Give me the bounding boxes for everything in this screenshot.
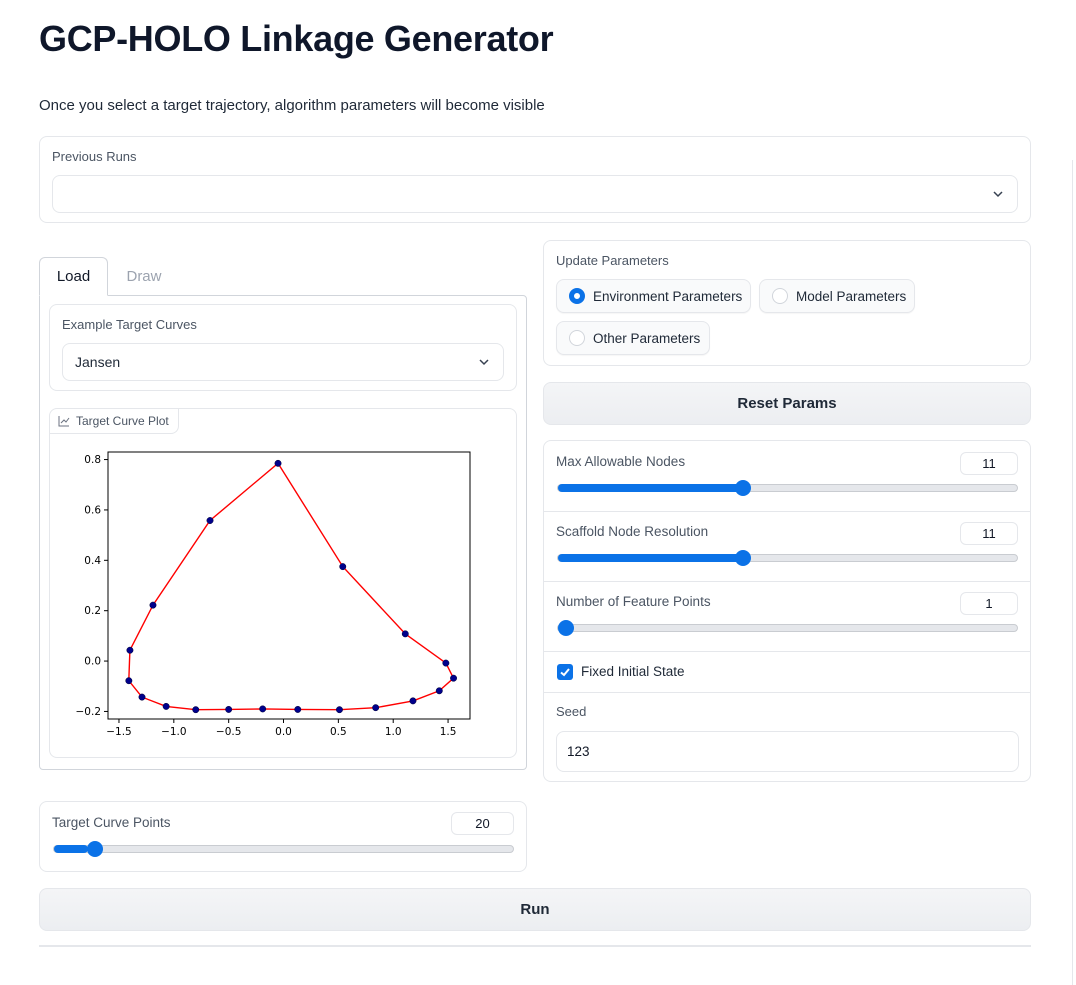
slider-thumb[interactable] [87, 841, 104, 857]
curve-point [259, 705, 267, 713]
radio-unchecked-icon [569, 330, 585, 346]
example-curves-panel: Example Target Curves Jansen [49, 304, 517, 391]
parameters-panel: Max Allowable Nodes 11 Scaffold Node Res… [543, 440, 1031, 782]
target-curve-plot-panel: Target Curve Plot −1.5 −1.0 −0.5 0.0 0.5 1.0 1… [49, 408, 517, 758]
max-nodes-row: Max Allowable Nodes 11 [544, 441, 1032, 511]
curve-point [206, 517, 214, 524]
update-params-label: Update Parameters [556, 253, 669, 268]
curve-point [225, 705, 233, 713]
previous-runs-label: Previous Runs [52, 149, 137, 164]
y-tick-label: 0.2 [84, 605, 101, 617]
chevron-down-icon [479, 359, 489, 366]
slider-thumb[interactable] [558, 620, 574, 636]
plot-label: Target Curve Plot [50, 409, 179, 434]
curve-point [192, 706, 200, 714]
y-tick-label: 0.8 [84, 454, 101, 466]
slider-thumb[interactable] [735, 480, 752, 496]
scaffold-resolution-slider[interactable] [557, 550, 1018, 566]
curve-point [126, 646, 134, 654]
curve-point [294, 705, 302, 713]
x-tick-label: 0.0 [275, 726, 292, 738]
example-curves-value: Jansen [75, 354, 121, 370]
radio-environment-label: Environment Parameters [593, 288, 743, 304]
seed-input[interactable]: 123 [556, 731, 1019, 772]
y-tick-label: 0.6 [84, 504, 101, 516]
tab-draw[interactable]: Draw [111, 257, 177, 296]
run-button[interactable]: Run [39, 888, 1031, 931]
check-icon [560, 668, 570, 677]
example-curves-dropdown[interactable]: Jansen [62, 343, 504, 381]
max-nodes-label: Max Allowable Nodes [556, 454, 686, 469]
x-tick-label: 1.5 [440, 726, 457, 738]
curve-point [435, 687, 443, 695]
curve-point [149, 601, 157, 609]
slider-fill [558, 484, 742, 492]
bottom-divider [39, 945, 1031, 947]
curve-point [162, 702, 170, 710]
divider [544, 692, 1030, 693]
previous-runs-dropdown[interactable] [52, 175, 1018, 213]
curve-point [401, 630, 409, 638]
radio-other-parameters[interactable]: Other Parameters [556, 321, 710, 355]
chevron-down-icon [993, 191, 1003, 198]
target-points-slider[interactable] [53, 841, 514, 857]
curve-point [450, 674, 457, 682]
tab-load[interactable]: Load [39, 257, 108, 296]
feature-points-label: Number of Feature Points [556, 594, 711, 609]
fixed-initial-state-checkbox[interactable] [557, 664, 573, 680]
target-points-label: Target Curve Points [52, 815, 171, 830]
slider-thumb[interactable] [735, 550, 752, 566]
y-tick-label: 0.0 [84, 656, 101, 668]
scaffold-resolution-label: Scaffold Node Resolution [556, 524, 709, 539]
feature-points-number[interactable]: 1 [960, 592, 1018, 615]
curve-point [274, 459, 282, 467]
feature-points-row: Number of Feature Points 1 [544, 581, 1032, 651]
target-curve-chart: −1.5 −1.0 −0.5 0.0 0.5 1.0 1.5 −0.2 0.0 0.2 0.4 0.6… [76, 451, 471, 738]
seed-label: Seed [556, 704, 587, 719]
page-subtitle: Once you select a target trajectory, alg… [39, 97, 545, 114]
x-tick-label: −0.5 [216, 726, 242, 738]
page-title: GCP-HOLO Linkage Generator [39, 18, 554, 59]
radio-checked-icon [569, 288, 585, 304]
curve-point [409, 697, 417, 705]
x-tick-label: 0.5 [330, 726, 347, 738]
scrollbar-track[interactable] [1072, 160, 1073, 985]
curve-point [138, 693, 146, 701]
load-tab-content: Example Target Curves Jansen Target Curv… [39, 295, 527, 770]
curve-point [372, 704, 380, 712]
curve-point [442, 659, 450, 667]
target-points-panel: Target Curve Points 20 [39, 801, 527, 872]
plot-label-text: Target Curve Plot [76, 414, 169, 428]
radio-unchecked-icon [772, 288, 788, 304]
divider [544, 651, 1030, 652]
max-nodes-number[interactable]: 11 [960, 452, 1018, 475]
feature-points-slider[interactable] [557, 620, 1018, 636]
curve-tabs: Load Draw Example Target Curves Jansen T… [39, 257, 527, 770]
slider-fill [558, 554, 742, 562]
radio-environment-parameters[interactable]: Environment Parameters [556, 279, 751, 313]
y-tick-label: 0.4 [84, 555, 101, 567]
max-nodes-slider[interactable] [557, 480, 1018, 496]
slider-fill [54, 845, 89, 853]
curve-point [125, 677, 133, 685]
previous-runs-panel: Previous Runs [39, 136, 1031, 223]
scaffold-resolution-row: Scaffold Node Resolution 11 [544, 511, 1032, 581]
x-tick-label: −1.5 [106, 726, 132, 738]
radio-model-label: Model Parameters [796, 288, 907, 304]
reset-params-button[interactable]: Reset Params [543, 382, 1031, 425]
curve-point [339, 563, 347, 571]
x-tick-label: −1.0 [161, 726, 187, 738]
target-points-number[interactable]: 20 [451, 812, 514, 835]
update-params-panel: Update Parameters Environment Parameters… [543, 240, 1031, 366]
x-tick-label: 1.0 [385, 726, 402, 738]
chart-icon [58, 416, 70, 427]
plot-frame [107, 451, 471, 720]
fixed-initial-state-label: Fixed Initial State [581, 664, 685, 679]
radio-model-parameters[interactable]: Model Parameters [759, 279, 915, 313]
example-curves-label: Example Target Curves [62, 317, 197, 332]
curve-point [336, 706, 343, 714]
scaffold-resolution-number[interactable]: 11 [960, 522, 1018, 545]
y-tick-label: −0.2 [76, 706, 102, 718]
radio-other-label: Other Parameters [593, 330, 701, 346]
